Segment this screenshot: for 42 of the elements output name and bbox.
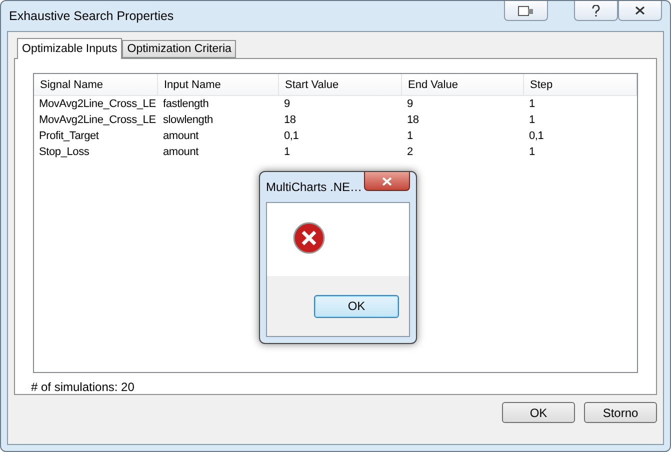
- column-header[interactable]: Input Name: [158, 74, 279, 96]
- table-cell-text: 1: [406, 129, 414, 144]
- error-icon: [293, 222, 325, 254]
- table-cell-text: fastlength: [162, 97, 210, 112]
- table-cell-text: 0,1: [283, 129, 300, 144]
- close-button[interactable]: [364, 172, 410, 191]
- close-icon: [382, 176, 392, 186]
- table-cell-text: 0,1: [528, 129, 545, 144]
- table-cell-text: amount: [162, 129, 200, 144]
- table-cell-text: 1: [528, 97, 536, 112]
- table-cell-text: 18: [406, 113, 420, 128]
- tab[interactable]: Optimizable Inputs: [17, 38, 122, 59]
- close-icon: [635, 6, 645, 15]
- tab[interactable]: Optimization Criteria: [122, 40, 236, 58]
- table-cell-text: 1: [283, 145, 291, 160]
- column-header[interactable]: End Value: [402, 74, 524, 96]
- window-icon: [518, 6, 534, 16]
- close-button[interactable]: [618, 1, 662, 21]
- table-cell-text: Profit_Target: [38, 129, 100, 144]
- column-header[interactable]: Start Value: [279, 74, 402, 96]
- message-title: MultiCharts .NE…: [266, 180, 362, 194]
- table-cell-text: 1: [528, 145, 536, 160]
- column-header[interactable]: Signal Name: [34, 74, 158, 96]
- table-cell-text: amount: [162, 145, 200, 160]
- table-cell-text: MovAvg2Line_Cross_LE: [38, 97, 157, 112]
- window-title: Exhaustive Search Properties: [9, 9, 174, 23]
- table-cell-text: 18: [283, 113, 297, 128]
- table-cell-text: MovAvg2Line_Cross_LE: [38, 113, 157, 128]
- help-icon: [592, 4, 600, 16]
- help-button[interactable]: [574, 1, 618, 21]
- table-cell-text: 9: [283, 97, 291, 112]
- column-header[interactable]: Step: [524, 74, 637, 96]
- table-cell-text: 2: [406, 145, 414, 160]
- ok-button[interactable]: OK: [502, 402, 575, 423]
- simulations-count: # of simulations: 20: [31, 380, 136, 394]
- cancel-button[interactable]: Storno: [584, 402, 657, 423]
- table-cell-text: slowlength: [162, 113, 214, 128]
- table-cell-text: 9: [406, 97, 414, 112]
- ok-button[interactable]: OK: [314, 294, 399, 318]
- window-button[interactable]: [504, 1, 548, 21]
- table-cell-text: Stop_Loss: [38, 145, 90, 160]
- table-cell-text: 1: [528, 113, 536, 128]
